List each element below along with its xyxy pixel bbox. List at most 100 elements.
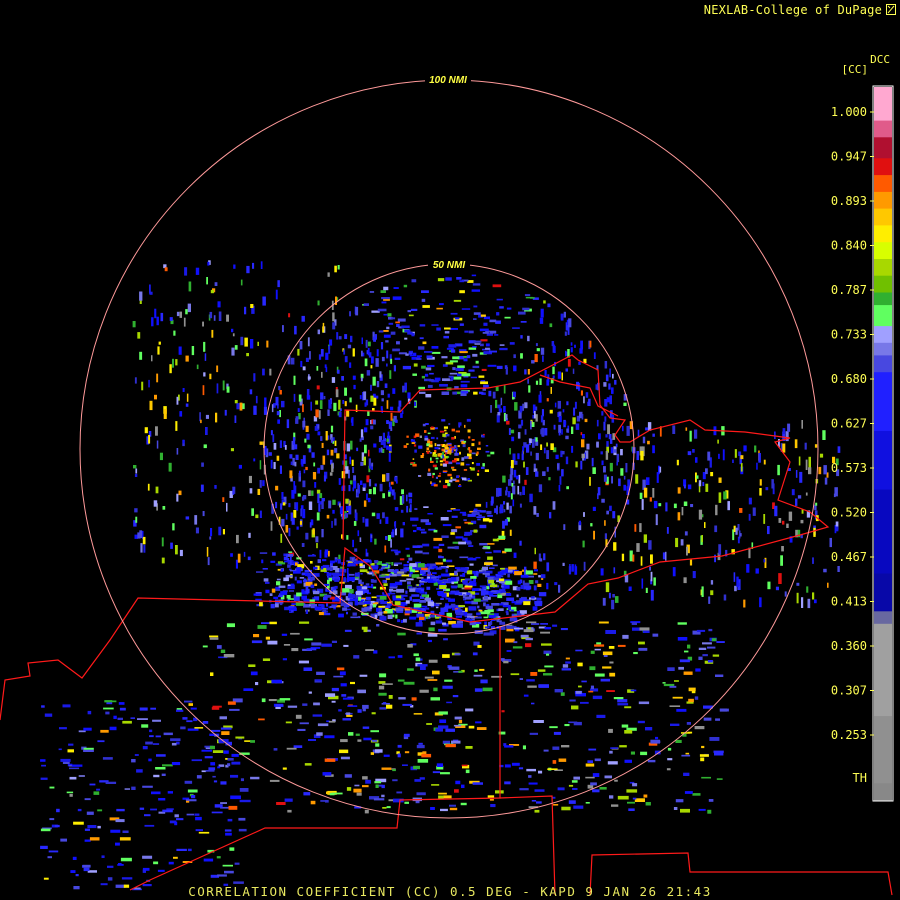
- echo-gate: [275, 396, 279, 406]
- echo-gate: [397, 406, 401, 412]
- echo-gate: [318, 354, 322, 360]
- echo-gate: [448, 666, 460, 670]
- echo-gate: [819, 453, 824, 458]
- echo-gate: [49, 818, 55, 821]
- echo-gate: [471, 439, 475, 441]
- echo-gate: [684, 791, 693, 794]
- echo-gate: [450, 312, 458, 315]
- echo-gate: [684, 531, 688, 536]
- echo-gate: [419, 324, 426, 327]
- echo-gate: [87, 825, 97, 829]
- echo-gate: [605, 434, 608, 438]
- echo-gate: [475, 503, 482, 507]
- echo-gate: [317, 559, 321, 562]
- echo-gate: [350, 681, 355, 685]
- echo-gate: [451, 529, 458, 533]
- echo-gate: [718, 453, 720, 459]
- echo-gate: [362, 726, 370, 729]
- echo-gate: [695, 668, 701, 672]
- echo-gate: [698, 480, 702, 487]
- echo-gate: [667, 758, 673, 761]
- echo-gate: [479, 328, 489, 332]
- echo-gate: [283, 644, 291, 646]
- echo-gate: [275, 485, 279, 491]
- echo-gate: [677, 637, 688, 641]
- echo-gate: [387, 431, 390, 440]
- echo-gate: [604, 361, 608, 369]
- echo-gate: [262, 658, 271, 661]
- echo-gate: [297, 408, 300, 412]
- echo-gate: [391, 317, 396, 320]
- echo-gate: [332, 312, 335, 322]
- echo-gate: [149, 400, 153, 411]
- echo-gate: [330, 437, 333, 443]
- echo-gate: [513, 552, 517, 558]
- echo-gate: [788, 511, 793, 521]
- echo-gate: [329, 339, 333, 346]
- echo-gate: [435, 620, 443, 624]
- echo-gate: [801, 420, 803, 429]
- echo-gate: [155, 767, 166, 770]
- echo-gate: [805, 492, 808, 496]
- echo-gate: [194, 813, 200, 816]
- echo-gate: [322, 772, 332, 776]
- echo-gate: [425, 394, 432, 398]
- echo-gate: [686, 546, 688, 556]
- echo-gate: [293, 393, 296, 402]
- echo-gate: [136, 769, 143, 773]
- echo-gate: [403, 681, 415, 685]
- echo-gate: [666, 768, 671, 771]
- echo-gate: [291, 490, 295, 499]
- echo-gate: [523, 601, 531, 606]
- echo-gate: [253, 634, 260, 638]
- echo-gate: [316, 512, 320, 521]
- nexlab-logo-icon[interactable]: [886, 4, 896, 15]
- echo-gate: [529, 732, 538, 735]
- echo-gate: [426, 723, 432, 725]
- echo-gate: [476, 463, 480, 466]
- echo-gate: [653, 500, 658, 509]
- radar-map[interactable]: 100 NMI 50 NMI DCC [CC] 1.0000.9470.8930…: [0, 0, 900, 900]
- echo-gate: [278, 595, 283, 598]
- echo-gate: [597, 487, 601, 496]
- echo-gate: [473, 391, 478, 395]
- echo-gate: [526, 621, 537, 624]
- echo-gate: [243, 551, 246, 557]
- echo-gate: [525, 570, 533, 575]
- echo-gate: [365, 779, 371, 784]
- echo-gate: [562, 562, 565, 566]
- echo-gate: [381, 301, 387, 304]
- echo-gate: [421, 365, 426, 369]
- echo-gate: [282, 658, 287, 661]
- echo-gate: [737, 524, 740, 531]
- header-credit[interactable]: NEXLAB-College of DuPage: [704, 3, 882, 17]
- echo-gate: [382, 702, 387, 704]
- echo-gate: [652, 488, 655, 498]
- echo-gate: [209, 373, 212, 380]
- echo-gate: [406, 443, 409, 445]
- echo-gate: [561, 806, 571, 811]
- echo-gate: [692, 571, 696, 579]
- echo-gate: [547, 768, 558, 770]
- echo-gate: [484, 562, 493, 566]
- echo-gate: [228, 805, 238, 810]
- echo-gate: [449, 807, 458, 811]
- echo-gate: [451, 349, 456, 353]
- echo-gate: [281, 633, 288, 636]
- echo-gate: [382, 592, 385, 595]
- echo-gate: [527, 378, 529, 384]
- echo-gate: [718, 492, 722, 503]
- echo-gate: [527, 685, 537, 688]
- echo-gate: [413, 363, 418, 367]
- echo-gate: [516, 586, 521, 591]
- echo-gate: [386, 363, 388, 367]
- echo-gate: [427, 601, 435, 606]
- echo-gate: [626, 425, 630, 436]
- echo-gate: [450, 476, 453, 480]
- echo-gate: [317, 493, 320, 504]
- echo-gate: [372, 586, 377, 589]
- legend-tick-label: 0.467: [831, 550, 867, 564]
- echo-gate: [447, 577, 451, 583]
- echo-gate: [504, 781, 511, 785]
- echo-gate: [574, 566, 578, 575]
